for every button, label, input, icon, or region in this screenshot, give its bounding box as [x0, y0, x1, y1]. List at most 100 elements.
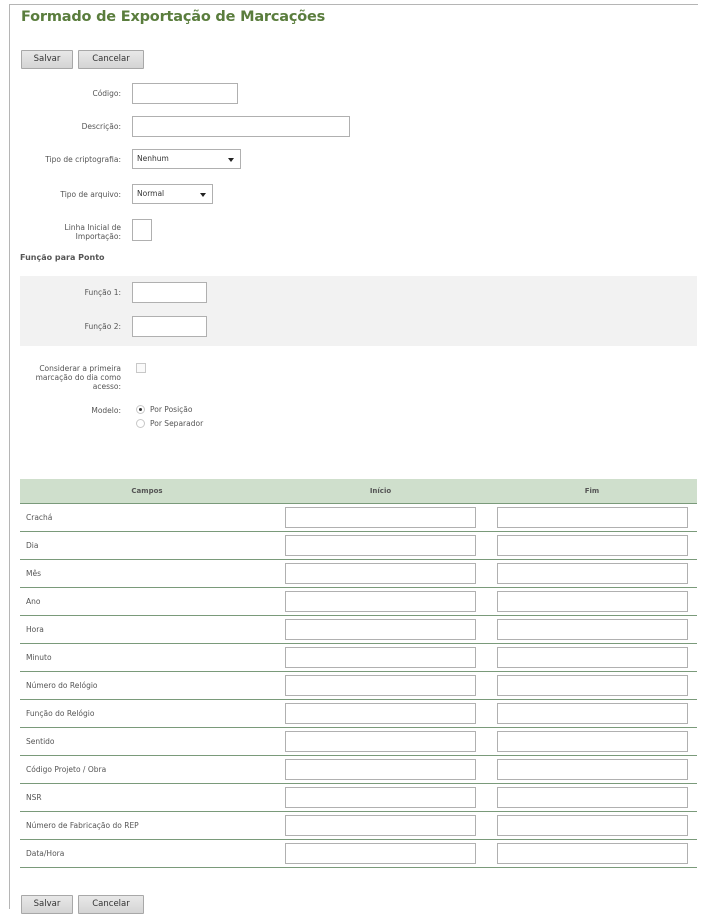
arquivo-value: Normal: [137, 189, 165, 198]
fim-cell: [487, 755, 697, 784]
linha-inicial-label-1: Linha Inicial de: [64, 223, 121, 232]
table-row: Ano: [20, 587, 697, 616]
fim-input[interactable]: [496, 507, 688, 528]
fim-input[interactable]: [496, 815, 688, 836]
fim-input[interactable]: [496, 787, 688, 808]
inicio-input[interactable]: [285, 731, 476, 752]
table-row: Código Projeto / Obra: [20, 755, 697, 784]
save-button-bottom[interactable]: Salvar: [21, 895, 73, 914]
inicio-input[interactable]: [285, 815, 476, 836]
inicio-input[interactable]: [285, 675, 476, 696]
fim-cell: [487, 531, 697, 560]
inicio-cell: [274, 671, 487, 700]
funcao2-label: Função 2:: [84, 322, 121, 331]
table-row: NSR: [20, 783, 697, 812]
inicio-input[interactable]: [285, 591, 476, 612]
fim-cell: [487, 559, 697, 588]
linha-inicial-input[interactable]: [132, 219, 152, 241]
fim-cell: [487, 587, 697, 616]
fim-input[interactable]: [496, 647, 688, 668]
chevron-down-icon: [200, 193, 206, 197]
campo-name: Número de Fabricação do REP: [20, 811, 274, 840]
arquivo-select[interactable]: Normal: [132, 184, 213, 204]
fim-cell: [487, 783, 697, 812]
fim-input[interactable]: [496, 619, 688, 640]
fim-input[interactable]: [496, 535, 688, 556]
criptografia-label: Tipo de criptografia:: [45, 155, 121, 164]
campo-name: Hora: [20, 615, 274, 644]
inicio-input[interactable]: [285, 507, 476, 528]
table-header-row: Campos Início Fim: [20, 479, 697, 504]
fim-input[interactable]: [496, 843, 688, 864]
campos-table: Campos Início Fim Crachá Dia Mês Ano Hora Min…: [20, 479, 697, 868]
fim-cell: [487, 615, 697, 644]
inicio-cell: [274, 699, 487, 728]
criptografia-select[interactable]: Nenhum: [132, 149, 241, 169]
fim-input[interactable]: [496, 563, 688, 584]
table-row: Função do Relógio: [20, 699, 697, 728]
fim-cell: [487, 839, 697, 868]
cancel-button-bottom[interactable]: Cancelar: [78, 895, 144, 914]
fim-input[interactable]: [496, 675, 688, 696]
modelo-label: Modelo:: [91, 406, 121, 415]
fim-cell: [487, 503, 697, 532]
descricao-input[interactable]: [132, 116, 350, 137]
fim-input[interactable]: [496, 731, 688, 752]
header-campos: Campos: [20, 479, 274, 504]
campo-name: Ano: [20, 587, 274, 616]
codigo-label: Código:: [92, 89, 121, 98]
fim-cell: [487, 811, 697, 840]
inicio-input[interactable]: [285, 759, 476, 780]
inicio-input[interactable]: [285, 619, 476, 640]
funcao1-input[interactable]: [132, 282, 207, 303]
funcao1-label: Função 1:: [84, 288, 121, 297]
inicio-cell: [274, 615, 487, 644]
inicio-cell: [274, 811, 487, 840]
table-row: Crachá: [20, 503, 697, 532]
inicio-cell: [274, 783, 487, 812]
codigo-input[interactable]: [132, 83, 238, 104]
inicio-input[interactable]: [285, 563, 476, 584]
funcao2-input[interactable]: [132, 316, 207, 337]
considerar-label-1: Considerar a primeira: [39, 364, 121, 373]
funcao-panel: [20, 276, 697, 346]
table-row: Hora: [20, 615, 697, 644]
inicio-cell: [274, 727, 487, 756]
campo-name: Minuto: [20, 643, 274, 672]
criptografia-value: Nenhum: [137, 154, 169, 163]
modelo-posicao-label: Por Posição: [150, 405, 193, 414]
considerar-checkbox[interactable]: [136, 363, 146, 373]
chevron-down-icon: [228, 158, 234, 162]
table-row: Minuto: [20, 643, 697, 672]
campo-name: Função do Relógio: [20, 699, 274, 728]
table-row: Número de Fabricação do REP: [20, 811, 697, 840]
header-fim: Fim: [487, 479, 697, 504]
fim-input[interactable]: [496, 591, 688, 612]
fim-cell: [487, 671, 697, 700]
cancel-button-top[interactable]: Cancelar: [78, 50, 144, 69]
inicio-input[interactable]: [285, 703, 476, 724]
table-row: Sentido: [20, 727, 697, 756]
modelo-radio-separador[interactable]: [136, 419, 145, 428]
fim-cell: [487, 699, 697, 728]
modelo-radio-posicao[interactable]: [136, 405, 145, 414]
campo-name: Crachá: [20, 503, 274, 532]
fim-cell: [487, 727, 697, 756]
inicio-cell: [274, 839, 487, 868]
inicio-input[interactable]: [285, 787, 476, 808]
fim-input[interactable]: [496, 703, 688, 724]
inicio-input[interactable]: [285, 647, 476, 668]
inicio-cell: [274, 587, 487, 616]
fim-input[interactable]: [496, 759, 688, 780]
campo-name: Número do Relógio: [20, 671, 274, 700]
fim-cell: [487, 643, 697, 672]
table-row: Mês: [20, 559, 697, 588]
inicio-input[interactable]: [285, 535, 476, 556]
considerar-label-3: acesso:: [92, 382, 121, 391]
campo-name: Código Projeto / Obra: [20, 755, 274, 784]
save-button-top[interactable]: Salvar: [21, 50, 73, 69]
header-inicio: Início: [274, 479, 487, 504]
table-row: Dia: [20, 531, 697, 560]
inicio-input[interactable]: [285, 843, 476, 864]
descricao-label: Descrição:: [81, 122, 121, 131]
